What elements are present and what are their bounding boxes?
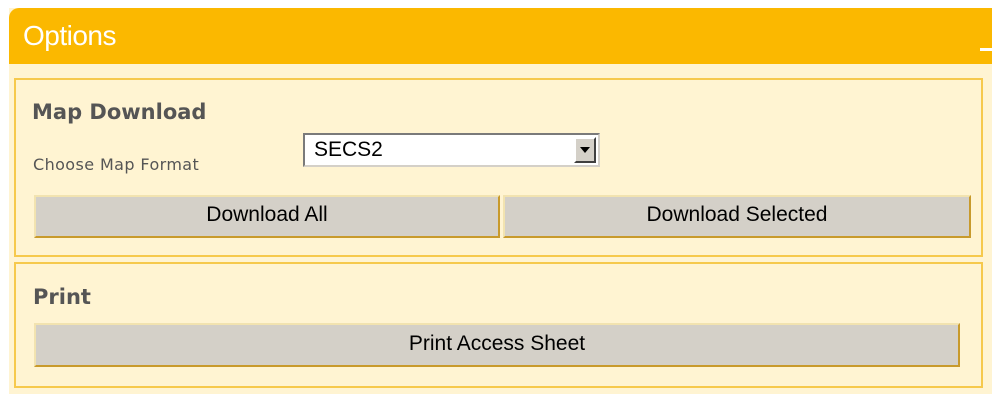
- map-format-value: SECS2: [314, 138, 383, 161]
- map-download-title: Map Download: [32, 100, 207, 124]
- panel-title: Options: [23, 20, 117, 51]
- chevron-down-icon[interactable]: [574, 137, 596, 163]
- map-format-select[interactable]: SECS2: [303, 133, 600, 167]
- print-access-sheet-button[interactable]: Print Access Sheet: [34, 323, 960, 367]
- download-selected-button[interactable]: Download Selected: [503, 195, 971, 238]
- map-format-label: Choose Map Format: [33, 155, 200, 174]
- print-title: Print: [33, 285, 91, 309]
- minimize-icon[interactable]: [980, 48, 992, 51]
- download-all-button[interactable]: Download All: [34, 195, 500, 238]
- panel-header: Options: [9, 8, 992, 64]
